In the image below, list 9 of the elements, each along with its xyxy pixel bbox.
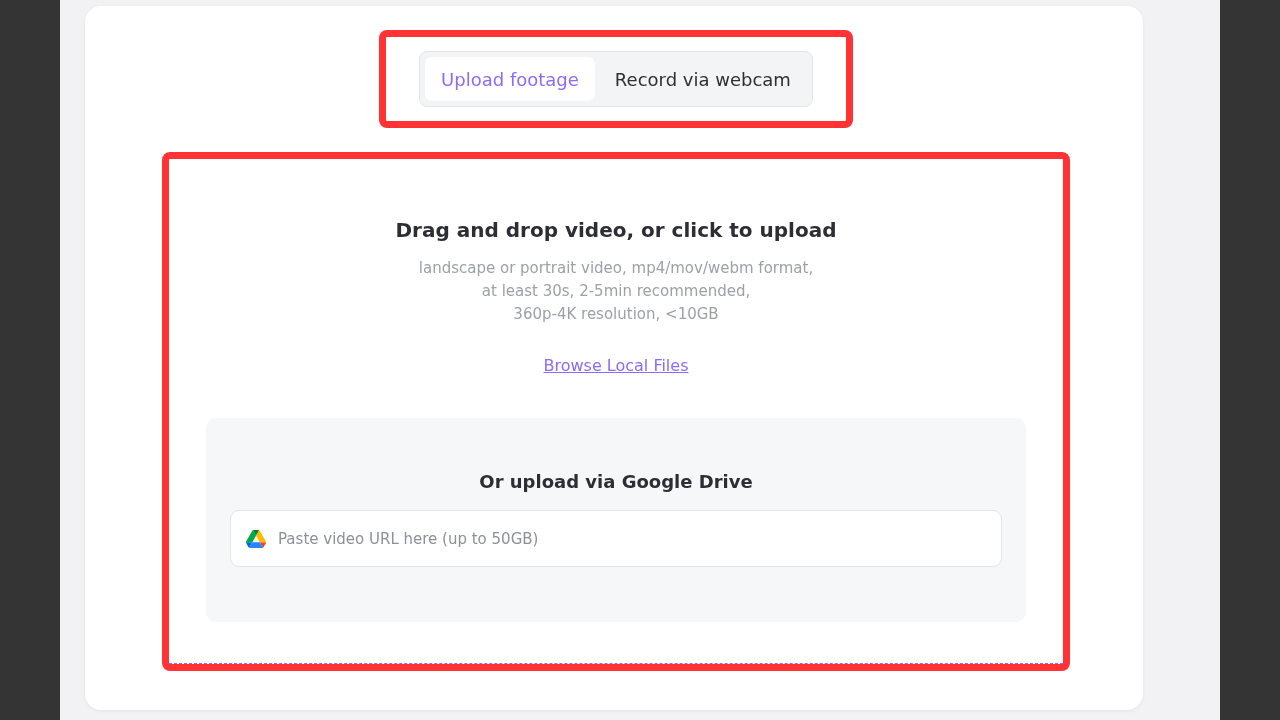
browse-local-files-link[interactable]: Browse Local Files [543,356,689,375]
google-drive-title: Or upload via Google Drive [479,471,753,492]
format-hint: landscape or portrait video, mp4/mov/webm format, [418,258,814,279]
video-url-field[interactable]: Paste video URL here (up to 50GB) [230,510,1002,567]
format-hint: at least 30s, 2-5min recommended, [481,281,751,302]
format-hint: 360p-4K resolution, <10GB [513,304,719,325]
tab[interactable]: Record via webcam [598,57,807,101]
drop-zone-title: Drag and drop video, or click to upload [395,218,837,242]
tab[interactable]: Upload footage [425,57,595,101]
